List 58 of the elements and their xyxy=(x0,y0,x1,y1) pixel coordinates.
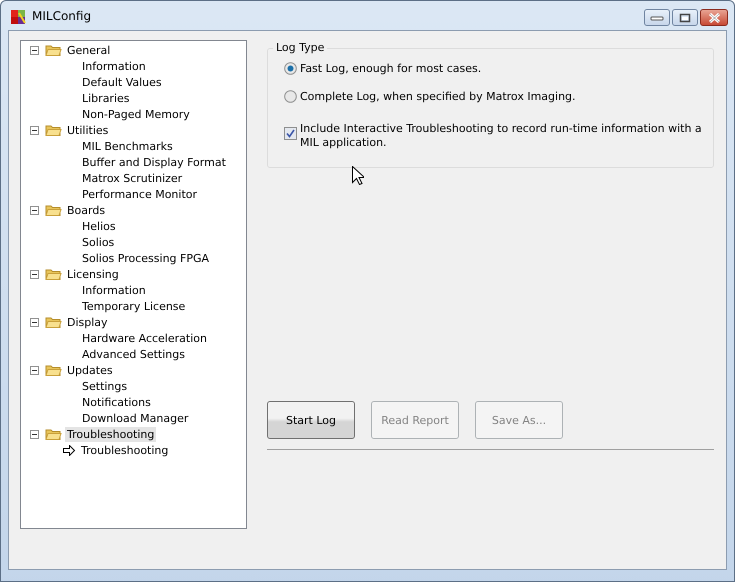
app-logo-icon xyxy=(11,8,27,24)
tree-item[interactable]: Buffer and Display Format xyxy=(80,154,228,170)
tree-item[interactable]: Matrox Scrutinizer xyxy=(80,170,184,186)
collapse-icon[interactable] xyxy=(30,430,39,438)
tree-item[interactable]: Default Values xyxy=(80,74,164,90)
tree-item[interactable]: Information xyxy=(80,58,148,74)
tree-item[interactable]: Temporary License xyxy=(80,298,188,314)
radio-label[interactable]: Fast Log, enough for most cases. xyxy=(300,62,482,74)
close-button[interactable] xyxy=(700,9,728,26)
tree-item[interactable]: Solios Processing FPGA xyxy=(80,250,212,266)
tree-item[interactable]: Non-Paged Memory xyxy=(80,106,192,122)
action-button[interactable]: Start Log xyxy=(267,401,355,439)
tree-item[interactable]: Display xyxy=(65,314,110,330)
tree-item[interactable]: Libraries xyxy=(80,90,132,106)
radio-label[interactable]: Complete Log, when specified by Matrox Imaging. xyxy=(300,90,576,102)
collapse-icon[interactable] xyxy=(30,46,39,54)
tree-item[interactable]: Helios xyxy=(80,218,118,234)
folder-icon xyxy=(45,203,62,217)
tree-item[interactable]: Boards xyxy=(65,202,108,218)
tree-item[interactable]: Utilities xyxy=(65,122,110,138)
group-title: Log Type xyxy=(273,41,328,54)
tree-item[interactable]: Download Manager xyxy=(80,410,190,426)
folder-icon xyxy=(45,363,62,377)
radio-button[interactable] xyxy=(284,90,297,102)
maximize-icon xyxy=(679,12,691,22)
radio-button[interactable] xyxy=(284,62,297,74)
arrow-icon xyxy=(62,444,76,456)
tree-item[interactable]: Troubleshooting xyxy=(65,426,156,442)
checkbox[interactable] xyxy=(284,127,297,140)
tree-item[interactable]: General xyxy=(65,42,112,58)
collapse-icon[interactable] xyxy=(30,126,39,134)
tree-item[interactable]: Advanced Settings xyxy=(80,346,187,362)
collapse-icon[interactable] xyxy=(30,206,39,214)
collapse-icon[interactable] xyxy=(30,366,39,374)
tree-item[interactable]: Information xyxy=(80,282,148,298)
cursor-icon xyxy=(352,166,364,185)
window-title: MILConfig xyxy=(32,8,92,22)
close-icon xyxy=(708,12,720,24)
folder-icon xyxy=(45,43,62,57)
tree-item[interactable]: Hardware Acceleration xyxy=(80,330,209,346)
folder-icon xyxy=(45,315,62,329)
tree-item[interactable]: Solios xyxy=(80,234,116,250)
folder-icon xyxy=(45,427,62,441)
folder-icon xyxy=(45,123,62,137)
minimize-icon xyxy=(650,14,664,22)
minimize-button[interactable] xyxy=(644,9,670,26)
collapse-icon[interactable] xyxy=(30,318,39,326)
tree-item[interactable]: Updates xyxy=(65,362,115,378)
checkbox-label[interactable]: Include Interactive Troubleshooting to record run-time information with a MIL application. xyxy=(300,122,705,150)
collapse-icon[interactable] xyxy=(30,270,39,278)
maximize-button[interactable] xyxy=(672,9,698,26)
tree-item[interactable]: MIL Benchmarks xyxy=(80,138,175,154)
tree-item[interactable]: Settings xyxy=(80,378,130,394)
tree-item[interactable]: Troubleshooting xyxy=(79,442,170,458)
folder-icon xyxy=(45,267,62,281)
tree-item[interactable]: Performance Monitor xyxy=(80,186,200,202)
tree-item[interactable]: Licensing xyxy=(65,266,121,282)
tree-item[interactable]: Notifications xyxy=(80,394,153,410)
